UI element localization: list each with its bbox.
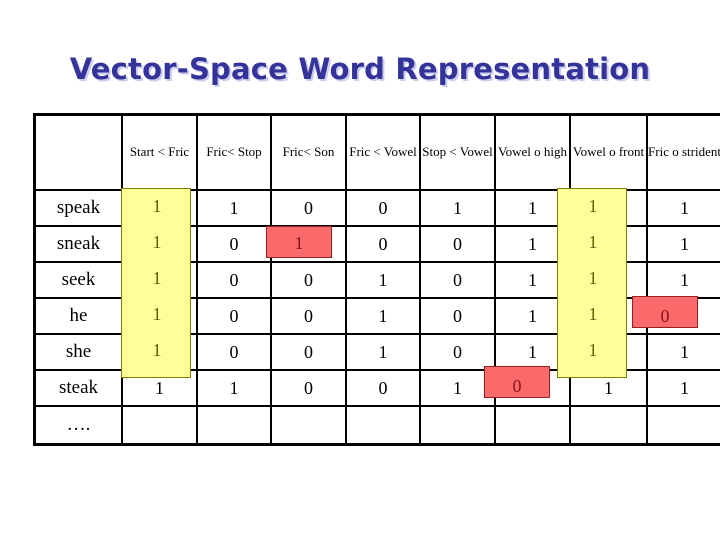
cell-sneak-vowel-high: 1 (494, 225, 571, 263)
cell-she-start-fric: 1 (121, 333, 198, 371)
cell-he-stop-vowel: 0 (419, 297, 496, 335)
word-feature-table: Start < Fric Fric< Stop Fric< Son Fric <… (33, 113, 720, 446)
cell-he-fric-vowel: 1 (345, 297, 421, 335)
cell-she-vowel-high: 1 (494, 333, 571, 371)
cell-speak-vowel-front: 1 (569, 189, 648, 227)
cell-seek-start-fric: 1 (121, 261, 198, 299)
cell-ellipsis-fric-strident (646, 405, 720, 445)
cell-she-fric-stop: 0 (196, 333, 272, 371)
table-header-row: Start < Fric Fric< Stop Fric< Son Fric <… (34, 114, 720, 191)
cell-steak-start-fric: 1 (121, 369, 198, 407)
cell-steak-vowel-front: 1 (569, 369, 648, 407)
row-label-steak: steak (34, 369, 123, 407)
cell-speak-fric-son: 0 (270, 189, 347, 227)
cell-steak-vowel-high: 0 (494, 369, 571, 407)
cell-speak-start-fric: 1 (121, 189, 198, 227)
cell-speak-stop-vowel: 1 (419, 189, 496, 227)
cell-sneak-fric-strident: 1 (646, 225, 720, 263)
cell-sneak-fric-son: 1 (270, 225, 347, 263)
cell-he-fric-stop: 0 (196, 297, 272, 335)
row-label-sneak: sneak (34, 225, 123, 263)
table-row: sneak 1 0 1 0 0 1 1 1 (34, 225, 720, 263)
cell-ellipsis-fric-stop (196, 405, 272, 445)
cell-steak-stop-vowel: 1 (419, 369, 496, 407)
cell-speak-vowel-high: 1 (494, 189, 571, 227)
cell-sneak-stop-vowel: 0 (419, 225, 496, 263)
cell-seek-fric-son: 0 (270, 261, 347, 299)
cell-sneak-vowel-front: 1 (569, 225, 648, 263)
table-body: speak 1 1 0 0 1 1 1 1 sneak 1 0 1 0 0 1 … (34, 189, 720, 445)
table-row: …. (34, 405, 720, 445)
table-corner-cell (34, 114, 123, 191)
cell-ellipsis-vowel-front (569, 405, 648, 445)
cell-seek-fric-strident: 1 (646, 261, 720, 299)
cell-sneak-fric-vowel: 0 (345, 225, 421, 263)
cell-speak-fric-vowel: 0 (345, 189, 421, 227)
cell-he-fric-son: 0 (270, 297, 347, 335)
table-header: Start < Fric Fric< Stop Fric< Son Fric <… (34, 114, 720, 191)
table-row: seek 1 0 0 1 0 1 1 1 (34, 261, 720, 299)
cell-seek-fric-stop: 0 (196, 261, 272, 299)
column-header-vowel-front: Vowel o front (569, 114, 648, 191)
row-label-seek: seek (34, 261, 123, 299)
cell-ellipsis-fric-son (270, 405, 347, 445)
table-row: steak 1 1 0 0 1 0 1 1 (34, 369, 720, 407)
cell-steak-fric-son: 0 (270, 369, 347, 407)
column-header-fric-vowel: Fric < Vowel (345, 114, 421, 191)
row-label-she: she (34, 333, 123, 371)
cell-he-fric-strident: 0 (646, 297, 720, 335)
cell-she-stop-vowel: 0 (419, 333, 496, 371)
cell-she-vowel-front: 1 (569, 333, 648, 371)
cell-he-vowel-high: 1 (494, 297, 571, 335)
row-label-he: he (34, 297, 123, 335)
cell-speak-fric-stop: 1 (196, 189, 272, 227)
cell-sneak-fric-stop: 0 (196, 225, 272, 263)
table-row: he 1 0 0 1 0 1 1 0 (34, 297, 720, 335)
row-label-ellipsis: …. (34, 405, 123, 445)
column-header-fric-stop: Fric< Stop (196, 114, 272, 191)
vector-space-table-container: Start < Fric Fric< Stop Fric< Son Fric <… (33, 113, 720, 446)
cell-seek-stop-vowel: 0 (419, 261, 496, 299)
row-label-speak: speak (34, 189, 123, 227)
cell-ellipsis-stop-vowel (419, 405, 496, 445)
cell-speak-fric-strident: 1 (646, 189, 720, 227)
page-title: Vector-Space Word Representation (69, 52, 651, 86)
cell-seek-vowel-front: 1 (569, 261, 648, 299)
column-header-vowel-high: Vowel o high (494, 114, 571, 191)
cell-she-fric-vowel: 1 (345, 333, 421, 371)
cell-ellipsis-start-fric (121, 405, 198, 445)
cell-seek-fric-vowel: 1 (345, 261, 421, 299)
column-header-fric-son: Fric< Son (270, 114, 347, 191)
cell-he-start-fric: 1 (121, 297, 198, 335)
cell-ellipsis-vowel-high (494, 405, 571, 445)
cell-ellipsis-fric-vowel (345, 405, 421, 445)
cell-steak-fric-stop: 1 (196, 369, 272, 407)
table-row: she 1 0 0 1 0 1 1 1 (34, 333, 720, 371)
cell-she-fric-son: 0 (270, 333, 347, 371)
cell-steak-fric-strident: 1 (646, 369, 720, 407)
cell-he-vowel-front: 1 (569, 297, 648, 335)
table-row: speak 1 1 0 0 1 1 1 1 (34, 189, 720, 227)
cell-she-fric-strident: 1 (646, 333, 720, 371)
column-header-start-fric: Start < Fric (121, 114, 198, 191)
cell-seek-vowel-high: 1 (494, 261, 571, 299)
column-header-stop-vowel: Stop < Vowel (419, 114, 496, 191)
cell-steak-fric-vowel: 0 (345, 369, 421, 407)
cell-sneak-start-fric: 1 (121, 225, 198, 263)
column-header-fric-strident: Fric o strident (646, 114, 720, 191)
